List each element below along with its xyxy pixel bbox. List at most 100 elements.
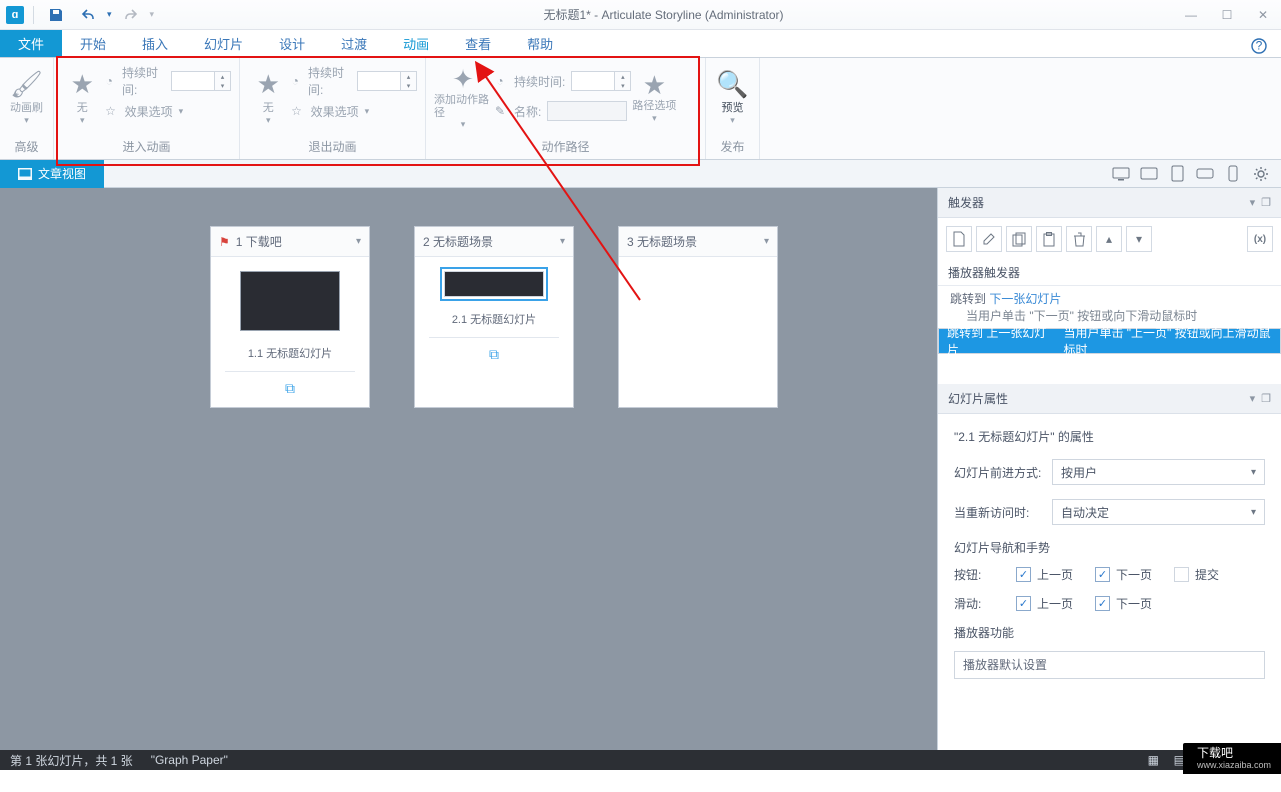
svg-text:?: ? (1256, 39, 1263, 53)
tab-transitions[interactable]: 过渡 (323, 30, 385, 57)
star-icon: ☆ (103, 104, 119, 118)
tab-file[interactable]: 文件 (0, 30, 62, 57)
add-motion-path-button[interactable]: ✦ 添加动作路径 ▾ (434, 62, 492, 134)
chevron-down-icon[interactable]: ▾ (560, 236, 565, 247)
trigger-new-button[interactable] (946, 226, 972, 252)
view-phone-landscape-icon[interactable] (1193, 163, 1217, 185)
chevron-down-icon[interactable]: ▾ (764, 236, 769, 247)
exit-duration-input[interactable]: ▴▾ (357, 71, 417, 91)
link-icon: ⧉ (225, 380, 355, 397)
player-section: 播放器功能 (954, 624, 1265, 641)
clock-icon: ◔ (492, 74, 508, 88)
exit-effect-button[interactable]: 效果选项 (311, 103, 359, 120)
panel-menu-icon[interactable]: ▾ (1250, 392, 1256, 405)
view-tablet-landscape-icon[interactable] (1137, 163, 1161, 185)
trigger-up-button[interactable]: ▴ (1096, 226, 1122, 252)
entrance-none-button[interactable]: ★ 无 ▾ (62, 62, 103, 134)
group-label-advanced: 高级 (8, 136, 45, 157)
motion-duration-input[interactable]: ▴▾ (571, 71, 631, 91)
divider (429, 337, 559, 338)
status-layout: "Graph Paper" (151, 753, 228, 767)
entrance-duration-input[interactable]: ▴▾ (171, 71, 231, 91)
close-button[interactable]: ✕ (1245, 2, 1281, 28)
motion-duration-label: 持续时间: (514, 73, 565, 90)
divider (225, 371, 355, 372)
trigger-delete-button[interactable] (1066, 226, 1092, 252)
clock-icon: ◔ (289, 74, 302, 88)
slide-next-checkbox[interactable]: ✓ (1095, 596, 1110, 611)
revisit-select[interactable]: 自动决定▾ (1052, 499, 1265, 525)
group-label-exit: 退出动画 (248, 136, 417, 157)
slide-thumbnail[interactable] (444, 271, 544, 297)
player-features-select[interactable]: 播放器默认设置 (954, 651, 1265, 679)
advance-label: 幻灯片前进方式: (954, 464, 1042, 481)
view-phone-portrait-icon[interactable] (1221, 163, 1245, 185)
entrance-effect-button[interactable]: 效果选项 (125, 103, 173, 120)
scene-title: 2 无标题场景 (423, 233, 493, 250)
next-button-checkbox[interactable]: ✓ (1095, 567, 1110, 582)
animation-painter-button[interactable]: 🖌 动画刷 ▾ (8, 62, 45, 134)
view-tablet-portrait-icon[interactable] (1165, 163, 1189, 185)
view-desktop-icon[interactable] (1109, 163, 1133, 185)
slide-thumbnail[interactable] (240, 271, 340, 331)
panel-menu-icon[interactable]: ▾ (1250, 196, 1256, 209)
exit-none-button[interactable]: ★ 无 ▾ (248, 62, 289, 134)
watermark: 下载吧 www.xiazaiba.com (1183, 743, 1281, 774)
trigger-down-button[interactable]: ▾ (1126, 226, 1152, 252)
scene-card[interactable]: 3 无标题场景▾ (618, 226, 778, 408)
trigger-item[interactable]: 跳转到 上一张幻灯片当用户单击 "上一页" 按钮或向上滑动鼠标时 (938, 328, 1281, 354)
trigger-copy-button[interactable] (1006, 226, 1032, 252)
story-view-tab[interactable]: 文章视图 (0, 160, 104, 188)
status-slide-count: 第 1 张幻灯片，共 1 张 (10, 752, 133, 769)
slide-gesture-label: 滑动: (954, 595, 994, 612)
advance-select[interactable]: 按用户▾ (1052, 459, 1265, 485)
window-title: 无标题1* - Articulate Storyline (Administra… (154, 6, 1173, 23)
tab-view[interactable]: 查看 (447, 30, 509, 57)
preview-button[interactable]: 🔍 预览 ▾ (714, 62, 751, 134)
gear-icon[interactable] (1249, 163, 1273, 185)
tab-home[interactable]: 开始 (62, 30, 124, 57)
tab-slides[interactable]: 幻灯片 (186, 30, 261, 57)
trigger-edit-button[interactable] (976, 226, 1002, 252)
scene-title: 1 下载吧 (236, 233, 282, 250)
chevron-down-icon[interactable]: ▾ (356, 236, 361, 247)
slide-caption: 2.1 无标题幻灯片 (429, 311, 559, 327)
submit-button-checkbox[interactable] (1174, 567, 1189, 582)
trigger-item[interactable]: 跳转到 下一张幻灯片当用户单击 "下一页" 按钮或向下滑动鼠标时 (938, 286, 1281, 328)
app-icon: ɑ (6, 6, 24, 24)
props-heading: "2.1 无标题幻灯片" 的属性 (954, 428, 1265, 445)
tab-insert[interactable]: 插入 (124, 30, 186, 57)
minimize-button[interactable]: — (1173, 2, 1209, 28)
tab-animations[interactable]: 动画 (385, 30, 447, 57)
scene-card[interactable]: ⚑ 1 下载吧 ▾ 1.1 无标题幻灯片 ⧉ (210, 226, 370, 408)
tab-design[interactable]: 设计 (261, 30, 323, 57)
scene-card[interactable]: 2 无标题场景 ▾ 2.1 无标题幻灯片 ⧉ (414, 226, 574, 408)
slide-caption: 1.1 无标题幻灯片 (225, 345, 355, 361)
entrance-duration-label: 持续时间: (122, 64, 165, 98)
sb-grid-icon[interactable]: ▦ (1145, 752, 1161, 768)
flag-icon: ⚑ (219, 235, 230, 249)
qat-save[interactable] (43, 3, 69, 27)
panel-undock-icon[interactable]: ❐ (1261, 196, 1271, 209)
player-triggers-heading: 播放器触发器 (938, 260, 1281, 286)
group-label-entrance: 进入动画 (62, 136, 231, 157)
group-label-motion: 动作路径 (434, 136, 697, 157)
help-icon[interactable]: ? (1245, 32, 1273, 60)
clock-icon: ◔ (103, 74, 116, 88)
nav-section: 幻灯片导航和手势 (954, 539, 1265, 556)
tab-help[interactable]: 帮助 (509, 30, 571, 57)
prev-button-checkbox[interactable]: ✓ (1016, 567, 1031, 582)
path-options-button[interactable]: ★ 路径选项 ▾ (631, 62, 677, 134)
star-icon: ☆ (289, 104, 305, 118)
trigger-paste-button[interactable] (1036, 226, 1062, 252)
maximize-button[interactable]: ☐ (1209, 2, 1245, 28)
slide-prev-checkbox[interactable]: ✓ (1016, 596, 1031, 611)
link-icon: ⧉ (429, 346, 559, 363)
motion-name-input[interactable] (547, 101, 627, 121)
slide-properties-title: 幻灯片属性 (948, 390, 1008, 407)
story-view-icon (18, 168, 32, 180)
buttons-label: 按钮: (954, 566, 994, 583)
panel-undock-icon[interactable]: ❐ (1261, 392, 1271, 405)
trigger-variables-button[interactable]: (x) (1247, 226, 1273, 252)
qat-undo[interactable] (75, 3, 101, 27)
